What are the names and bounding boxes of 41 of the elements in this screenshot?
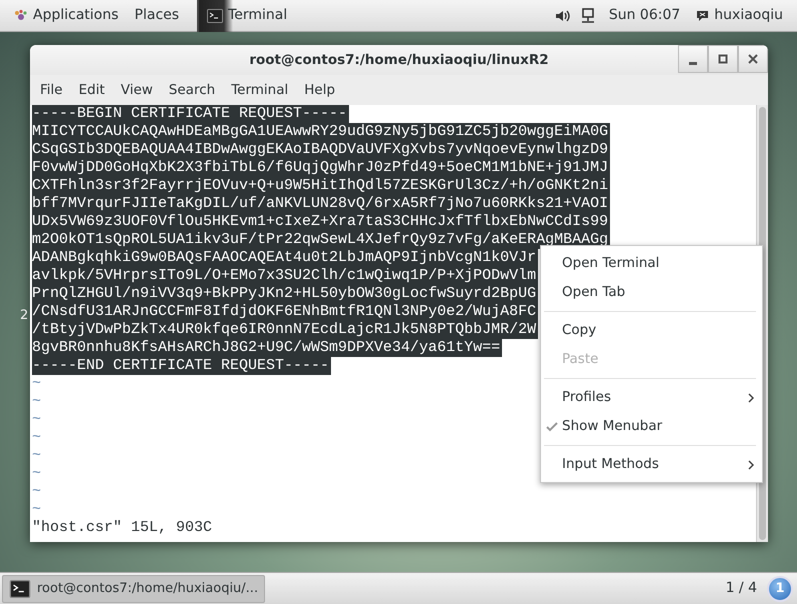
top-menu[interactable]: Applications [6, 0, 127, 32]
menu-item[interactable]: Open Tab [541, 278, 762, 307]
top-menu[interactable]: Places [126, 0, 188, 32]
menu-item[interactable]: Copy [541, 316, 762, 345]
tilde-marker: ~ [32, 429, 42, 446]
clock[interactable]: Sun 06:07 [600, 0, 688, 32]
foot-logo-icon [14, 8, 28, 22]
desktop-text: 2 [20, 307, 28, 325]
tilde-marker: ~ [32, 501, 42, 518]
tilde-marker: ~ [32, 393, 42, 410]
terminal-icon [207, 8, 224, 22]
window-title: root@contos7:/home/huxiaoqiu/linuxR2 [248, 50, 550, 70]
terminal-icon [9, 580, 31, 598]
tilde-marker: ~ [32, 483, 42, 500]
menu-item[interactable]: Open Terminal [541, 249, 762, 278]
maximize-icon [716, 52, 730, 66]
menu-item[interactable]: Help [296, 80, 344, 100]
close-icon [746, 52, 760, 66]
chat-icon [696, 10, 710, 22]
menu-item[interactable]: File [32, 80, 71, 100]
tilde-marker: ~ [32, 375, 42, 392]
menu-item[interactable]: Profiles [541, 383, 762, 412]
tilde-marker: ~ [32, 465, 42, 482]
user-menu[interactable]: huxiaoqiu [688, 0, 791, 32]
menu-item[interactable]: Edit [70, 80, 113, 100]
tilde-marker: ~ [32, 447, 42, 464]
network-icon[interactable] [580, 8, 595, 24]
status-line: "host.csr" 15L, 903C [32, 519, 214, 537]
minimize-icon [689, 62, 697, 64]
menu-item[interactable]: Show Menubar [541, 412, 762, 441]
close-button[interactable] [738, 45, 768, 73]
menu-item[interactable]: View [112, 80, 161, 100]
taskbar-task[interactable]: root@contos7:/home/huxiaoqiu/... [2, 574, 266, 602]
menu-item[interactable]: Terminal [223, 80, 296, 100]
volume-icon[interactable] [554, 8, 571, 22]
menu-item[interactable]: Search [160, 80, 224, 100]
maximize-button[interactable] [708, 45, 738, 73]
menu-item[interactable]: Input Methods [541, 450, 762, 479]
minimize-button[interactable] [678, 45, 708, 73]
workspace-indicator[interactable]: 1 / 4 [726, 578, 757, 599]
tilde-marker: ~ [32, 411, 42, 428]
